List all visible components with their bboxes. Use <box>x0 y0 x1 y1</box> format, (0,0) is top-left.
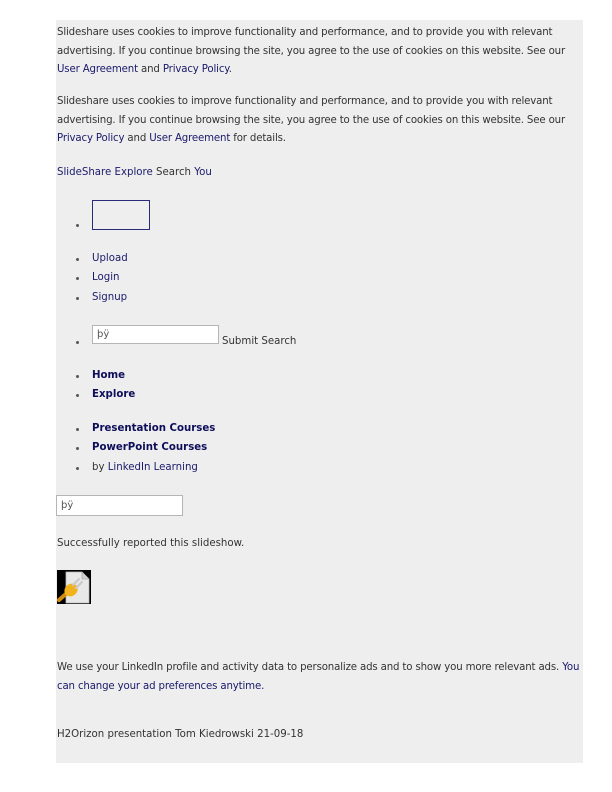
search-label: Search <box>156 167 191 178</box>
linkedin-learning-link[interactable]: LinkedIn Learning <box>108 462 198 473</box>
cookie-notice-1-end: . <box>228 64 232 76</box>
page-content-panel: Slideshare uses cookies to improve funct… <box>56 20 583 763</box>
cookie-notice-1: Slideshare uses cookies to improve funct… <box>57 24 584 80</box>
you-link[interactable]: You <box>194 167 212 178</box>
home-link[interactable]: Home <box>92 368 125 384</box>
bullet <box>76 224 79 227</box>
submit-search-button[interactable]: Submit Search <box>222 334 296 350</box>
cookie-notice-2: Slideshare uses cookies to improve funct… <box>57 93 584 149</box>
presentation-courses-link[interactable]: Presentation Courses <box>92 421 215 437</box>
by-prefix: by <box>92 462 108 473</box>
user-thumbnail-box[interactable] <box>92 200 150 230</box>
ads-notice-text: We use your LinkedIn profile and activit… <box>57 662 563 673</box>
login-link[interactable]: Login <box>92 270 119 286</box>
secondary-input[interactable] <box>56 495 183 516</box>
explore-link[interactable]: Explore <box>115 167 153 178</box>
privacy-policy-link-2[interactable]: Privacy Policy <box>57 133 124 144</box>
bullet <box>76 341 79 344</box>
presentation-title: H2Orizon presentation Tom Kiedrowski 21-… <box>57 729 304 740</box>
user-agreement-link-2[interactable]: User Agreement <box>149 133 230 144</box>
signup-link[interactable]: Signup <box>92 290 127 306</box>
plugin-icon-graphic <box>57 570 91 604</box>
by-linkedin-learning: by LinkedIn Learning <box>92 460 198 476</box>
bullet <box>76 277 79 280</box>
slideshare-home-link[interactable]: SlideShare <box>57 167 111 178</box>
explore-nav-link[interactable]: Explore <box>92 387 135 403</box>
ads-notice: We use your LinkedIn profile and activit… <box>57 659 584 696</box>
top-nav: SlideShare Explore Search You <box>57 165 212 181</box>
cookie-notice-1-and: and <box>137 64 163 76</box>
bullet <box>76 467 79 470</box>
report-status: Successfully reported this slideshow. <box>57 538 245 549</box>
cookie-notice-2-end: for details. <box>230 133 286 145</box>
bullet <box>76 447 79 450</box>
user-agreement-link[interactable]: User Agreement <box>57 64 138 75</box>
privacy-policy-link[interactable]: Privacy Policy <box>163 64 229 75</box>
upload-link[interactable]: Upload <box>92 251 128 267</box>
cookie-notice-2-and: and <box>124 133 150 145</box>
missing-plugin-icon <box>57 570 91 604</box>
bullet <box>76 258 79 261</box>
search-input[interactable] <box>92 325 219 344</box>
bullet <box>76 297 79 300</box>
bullet <box>76 428 79 431</box>
bullet <box>76 375 79 378</box>
bullet <box>76 394 79 397</box>
powerpoint-courses-link[interactable]: PowerPoint Courses <box>92 440 207 456</box>
cookie-notice-2-text: Slideshare uses cookies to improve funct… <box>57 96 565 126</box>
cookie-notice-1-text: Slideshare uses cookies to improve funct… <box>57 27 565 57</box>
